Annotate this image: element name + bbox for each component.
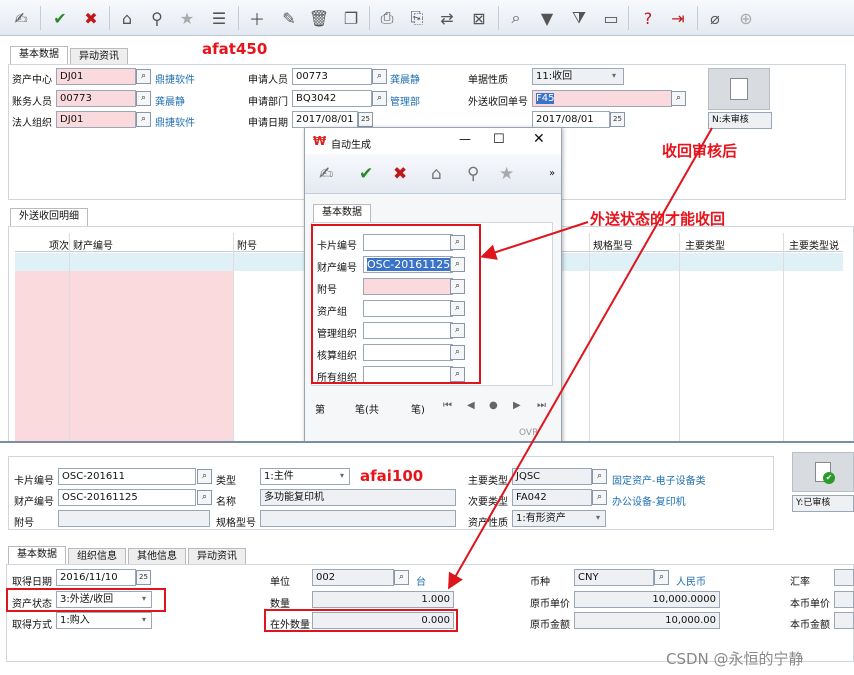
watermark: CSDN @永恒的宁静 — [666, 650, 804, 668]
annotation-arrows — [448, 127, 713, 590]
